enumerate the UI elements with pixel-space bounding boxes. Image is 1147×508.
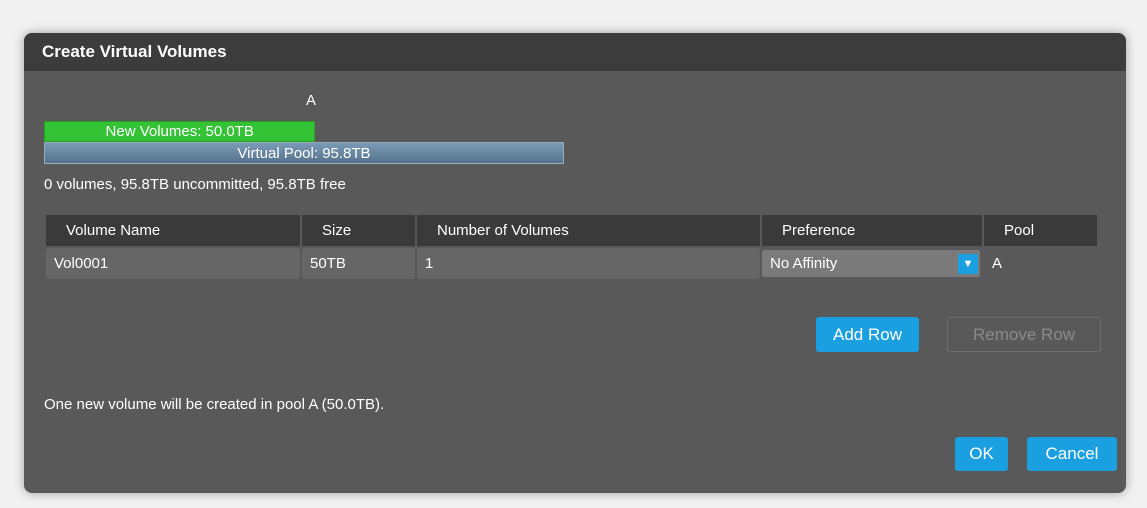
new-volumes-bar-label: New Volumes: 50.0TB: [105, 123, 254, 140]
new-volumes-bar: New Volumes: 50.0TB: [44, 121, 316, 142]
add-row-button[interactable]: Add Row: [816, 317, 919, 352]
remove-row-button[interactable]: Remove Row: [947, 317, 1101, 352]
ok-button[interactable]: OK: [955, 437, 1008, 471]
virtual-pool-bar: Virtual Pool: 95.8TB: [44, 142, 564, 164]
pool-value: A: [992, 255, 1003, 272]
preference-select-value: No Affinity: [770, 255, 838, 272]
pool-name-label: A: [306, 92, 317, 109]
chevron-down-icon[interactable]: ▼: [958, 253, 978, 274]
number-of-volumes-input[interactable]: 1: [417, 248, 760, 279]
preference-select[interactable]: No Affinity ▼: [762, 250, 980, 277]
creation-message: One new volume will be created in pool A…: [44, 396, 385, 413]
column-header-volume-name: Volume Name: [46, 215, 300, 246]
capacity-summary: 0 volumes, 95.8TB uncommitted, 95.8TB fr…: [44, 176, 346, 193]
cancel-button[interactable]: Cancel: [1027, 437, 1117, 471]
column-header-preference: Preference: [762, 215, 982, 246]
column-header-pool: Pool: [984, 215, 1097, 246]
capacity-bar: New Volumes: 50.0TB Virtual Pool: 95.8TB: [44, 121, 566, 167]
create-virtual-volumes-dialog: Create Virtual Volumes A New Volumes: 50…: [24, 33, 1126, 493]
table-row: Vol0001 50TB 1 No Affinity ▼ A: [46, 248, 1097, 279]
size-input[interactable]: 50TB: [302, 248, 415, 279]
preference-cell: No Affinity ▼: [762, 248, 982, 279]
virtual-pool-bar-label: Virtual Pool: 95.8TB: [237, 145, 371, 162]
volume-name-input[interactable]: Vol0001: [46, 248, 300, 279]
column-header-number-of-volumes: Number of Volumes: [417, 215, 760, 246]
dialog-title: Create Virtual Volumes: [24, 33, 1126, 71]
volumes-table: Volume Name Size Number of Volumes Prefe…: [44, 213, 1099, 281]
column-header-size: Size: [302, 215, 415, 246]
